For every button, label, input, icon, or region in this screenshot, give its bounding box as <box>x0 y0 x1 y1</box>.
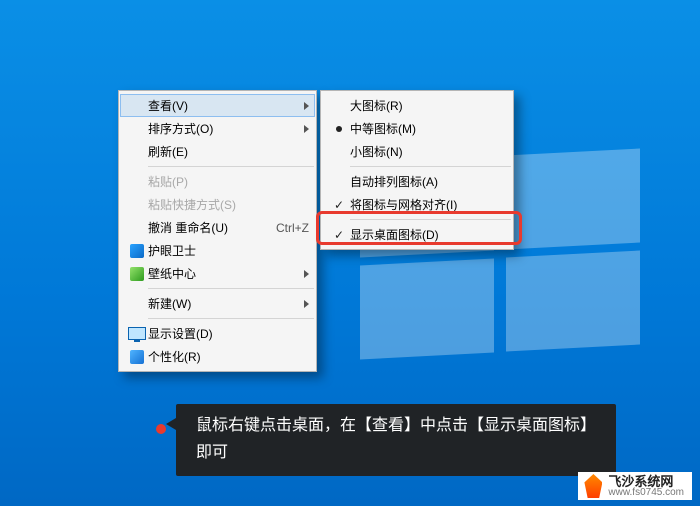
submenu-show-desktop-icons[interactable]: 显示桌面图标(D) <box>322 223 512 246</box>
submenu-small-label: 小图标(N) <box>350 143 506 160</box>
menu-wallpaper-label: 壁纸中心 <box>148 265 304 282</box>
submenu-align-grid-label: 将图标与网格对齐(I) <box>350 196 506 213</box>
desktop-background[interactable]: 查看(V) 排序方式(O) 刷新(E) 粘贴(P) 粘贴快捷方式(S) 撤消 重… <box>0 0 700 506</box>
chevron-right-icon <box>304 125 309 133</box>
watermark-url: www.fs0745.com <box>608 488 684 498</box>
separator <box>148 318 314 319</box>
submenu-medium-label: 中等图标(M) <box>350 120 506 137</box>
menu-paste-shortcut-label: 粘贴快捷方式(S) <box>148 196 309 213</box>
chevron-right-icon <box>304 102 309 110</box>
submenu-large-icons[interactable]: 大图标(R) <box>322 94 512 117</box>
instruction-tooltip: 鼠标右键点击桌面，在【查看】中点击【显示桌面图标】即可 <box>176 404 616 476</box>
wallpaper-icon <box>130 267 144 281</box>
submenu-large-label: 大图标(R) <box>350 97 506 114</box>
menu-paste-label: 粘贴(P) <box>148 173 309 190</box>
menu-display-settings[interactable]: 显示设置(D) <box>120 322 315 345</box>
watermark-title: 飞沙系统网 <box>608 475 684 488</box>
flame-icon <box>584 474 602 498</box>
menu-undo[interactable]: 撤消 重命名(U) Ctrl+Z <box>120 216 315 239</box>
menu-display-label: 显示设置(D) <box>148 325 309 342</box>
check-icon <box>334 198 344 212</box>
submenu-align-grid[interactable]: 将图标与网格对齐(I) <box>322 193 512 216</box>
submenu-show-icons-label: 显示桌面图标(D) <box>350 226 506 243</box>
menu-huyan[interactable]: 护眼卫士 <box>120 239 315 262</box>
menu-new[interactable]: 新建(W) <box>120 292 315 315</box>
personalize-icon <box>130 350 144 364</box>
check-icon <box>334 228 344 242</box>
chevron-right-icon <box>304 300 309 308</box>
menu-undo-label: 撤消 重命名(U) <box>148 219 266 236</box>
menu-new-label: 新建(W) <box>148 295 304 312</box>
pointer-dot <box>156 424 166 434</box>
separator <box>350 219 511 220</box>
submenu-auto-arrange[interactable]: 自动排列图标(A) <box>322 170 512 193</box>
menu-personalize-label: 个性化(R) <box>148 348 309 365</box>
submenu-auto-arrange-label: 自动排列图标(A) <box>350 173 506 190</box>
monitor-icon <box>128 327 146 340</box>
menu-view[interactable]: 查看(V) <box>120 94 315 117</box>
separator <box>148 288 314 289</box>
menu-refresh-label: 刷新(E) <box>148 143 309 160</box>
menu-wallpaper[interactable]: 壁纸中心 <box>120 262 315 285</box>
desktop-context-menu: 查看(V) 排序方式(O) 刷新(E) 粘贴(P) 粘贴快捷方式(S) 撤消 重… <box>118 90 317 372</box>
chevron-right-icon <box>304 270 309 278</box>
menu-paste: 粘贴(P) <box>120 170 315 193</box>
menu-personalize[interactable]: 个性化(R) <box>120 345 315 368</box>
menu-sort-label: 排序方式(O) <box>148 120 304 137</box>
menu-view-label: 查看(V) <box>148 97 304 114</box>
menu-refresh[interactable]: 刷新(E) <box>120 140 315 163</box>
menu-huyan-label: 护眼卫士 <box>148 242 309 259</box>
menu-undo-shortcut: Ctrl+Z <box>276 221 309 235</box>
separator <box>350 166 511 167</box>
shield-icon <box>130 244 144 258</box>
view-submenu: 大图标(R) 中等图标(M) 小图标(N) 自动排列图标(A) 将图标与网格对齐… <box>320 90 514 250</box>
submenu-small-icons[interactable]: 小图标(N) <box>322 140 512 163</box>
menu-sort[interactable]: 排序方式(O) <box>120 117 315 140</box>
menu-paste-shortcut: 粘贴快捷方式(S) <box>120 193 315 216</box>
radio-selected-icon <box>336 126 342 132</box>
submenu-medium-icons[interactable]: 中等图标(M) <box>322 117 512 140</box>
watermark: 飞沙系统网 www.fs0745.com <box>578 472 692 500</box>
instruction-text: 鼠标右键点击桌面，在【查看】中点击【显示桌面图标】即可 <box>196 417 596 461</box>
separator <box>148 166 314 167</box>
